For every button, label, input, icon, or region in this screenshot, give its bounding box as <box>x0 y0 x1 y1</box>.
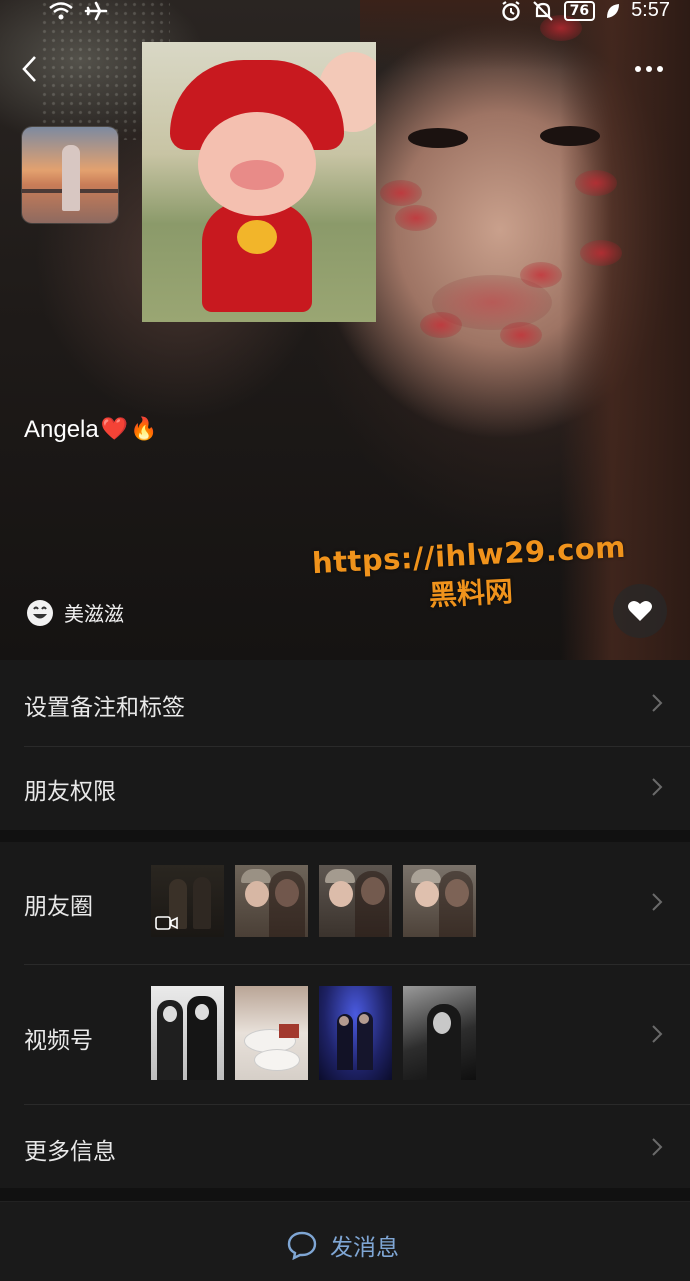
chat-bubble-icon <box>287 1231 317 1260</box>
channels-thumb <box>319 986 392 1080</box>
remark-and-tags-row[interactable]: 设置备注和标签 <box>0 660 690 746</box>
chevron-right-icon <box>652 1025 663 1043</box>
friend-permissions-label: 朋友权限 <box>24 779 116 805</box>
more-info-row[interactable]: 更多信息 <box>0 1104 690 1188</box>
wifi-icon <box>49 2 73 20</box>
moments-thumbnails <box>151 865 476 937</box>
send-message-button[interactable]: 发消息 <box>286 1228 399 1262</box>
chevron-left-icon <box>22 56 36 82</box>
fire-emoji: 🔥 <box>130 417 158 442</box>
leaf-icon <box>607 3 620 18</box>
status-mood[interactable]: 美滋滋 <box>26 598 124 627</box>
channels-row[interactable]: 视频号 <box>0 964 690 1104</box>
back-button[interactable] <box>14 52 48 86</box>
smile-face-icon <box>27 599 53 626</box>
remark-and-tags-label: 设置备注和标签 <box>24 695 185 721</box>
chevron-right-icon <box>652 778 663 796</box>
channels-thumb <box>235 986 308 1080</box>
moments-label: 朋友圈 <box>24 894 93 920</box>
video-camera-icon <box>155 916 178 930</box>
moments-thumb <box>151 865 224 937</box>
cover-photo-thumbnail[interactable] <box>22 127 118 223</box>
like-button[interactable] <box>613 584 667 638</box>
channels-thumbnails <box>151 986 476 1080</box>
battery-icon: 76 <box>563 0 596 21</box>
send-message-label: 发消息 <box>330 1235 399 1261</box>
status-bar: 76 5:57 <box>0 0 690 26</box>
alarm-icon <box>501 0 520 21</box>
heart-emoji: ❤️ <box>100 417 129 442</box>
chevron-right-icon <box>652 1138 663 1156</box>
profile-name: Angela <box>24 416 99 443</box>
friend-permissions-row[interactable]: 朋友权限 <box>0 746 690 830</box>
airplane-icon <box>84 1 108 21</box>
more-info-label: 更多信息 <box>24 1139 116 1165</box>
more-dots-icon <box>635 66 663 72</box>
moments-row[interactable]: 朋友圈 <box>0 842 690 964</box>
channels-label: 视频号 <box>24 1028 93 1054</box>
channels-thumb <box>403 986 476 1080</box>
moments-thumb <box>319 865 392 937</box>
chevron-right-icon <box>652 893 663 911</box>
bottom-action-bar: 发消息 <box>0 1201 690 1281</box>
moments-thumb <box>403 865 476 937</box>
profile-name-row: Angela ❤️ 🔥 <box>24 412 158 448</box>
moments-thumb <box>235 865 308 937</box>
heart-icon <box>628 601 652 621</box>
chevron-right-icon <box>652 694 663 712</box>
more-options-button[interactable] <box>628 52 672 86</box>
content-section: 朋友圈 视频号 更多信息 <box>0 842 690 1188</box>
settings-section: 设置备注和标签 朋友权限 <box>0 660 690 830</box>
status-label: 美滋滋 <box>64 602 124 626</box>
channels-thumb <box>151 986 224 1080</box>
clock: 5:57 <box>631 0 670 21</box>
mute-icon <box>532 0 553 21</box>
pig-sticker-image <box>142 42 376 322</box>
